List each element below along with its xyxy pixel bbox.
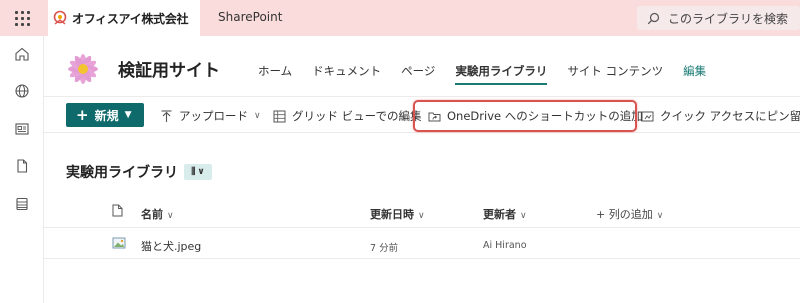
column-modified-by-label: 更新者 [483,208,516,221]
pin-quick-access-label: クイック アクセスにピン留め [660,109,800,123]
plus-icon: + [596,208,609,221]
site-navigation: ホーム ドキュメント ページ 実験用ライブラリ サイト コンテンツ 編集 [258,63,726,85]
view-switcher[interactable]: ⫼ ∨ [184,164,212,180]
upload-label: アップロード [179,109,248,123]
upload-icon [161,109,172,122]
file-modified: 7 分前 [370,243,399,254]
column-modified[interactable]: 更新日時 ∨ [370,206,425,222]
chevron-down-icon: ∨ [197,167,205,177]
globe-icon[interactable] [14,83,30,99]
library-title: 実験用ライブラリ ⫼ ∨ [66,162,212,182]
search-icon [647,12,660,24]
grid-edit-label: グリッド ビューでの編集 [292,109,422,123]
nav-edit[interactable]: 編集 [683,63,706,85]
command-bar: + 新規 ▼ アップロード ∨ グリッド ビューでの編集 OneDrive への… [44,96,800,133]
list-item[interactable]: 猫と犬.jpeg 7 分前 Ai Hirano [44,229,800,259]
search-placeholder: このライブラリを検索 [668,11,789,26]
lists-icon[interactable] [14,196,30,212]
brand-name: オフィスアイ株式会社 [72,11,189,26]
grid-edit-button[interactable]: グリッド ビューでの編集 [273,108,421,124]
home-icon[interactable] [14,46,30,62]
chevron-down-icon: ∨ [254,111,261,121]
new-button-label: 新規 [94,108,119,123]
brand[interactable]: オフィスアイ株式会社 [48,0,200,36]
file-modified-by[interactable]: Ai Hirano [483,240,527,251]
nav-test-library[interactable]: 実験用ライブラリ [455,63,548,85]
nav-pages[interactable]: ページ [401,63,435,85]
nav-site-contents[interactable]: サイト コンテンツ [567,63,663,85]
library-view-icon: ⫼ [191,167,196,177]
add-column-button[interactable]: + 列の追加 ∨ [596,206,663,222]
grid-icon [273,110,286,122]
image-file-icon [112,237,126,249]
app-launcher-icon[interactable] [0,0,44,36]
chevron-down-icon: ∨ [520,211,527,221]
chevron-down-icon: ∨ [418,211,425,221]
highlight-annotation [413,100,637,132]
upload-button[interactable]: アップロード ∨ [160,108,261,124]
library-title-text: 実験用ライブラリ [66,165,178,181]
suite-bar: オフィスアイ株式会社 SharePoint このライブラリを検索 [0,0,800,36]
new-button[interactable]: + 新規 ▼ [66,103,144,127]
news-icon[interactable] [14,121,30,137]
column-modified-label: 更新日時 [370,208,414,221]
brand-logo-icon [53,10,67,25]
file-name-link[interactable]: 猫と犬.jpeg [141,238,201,254]
search-box[interactable]: このライブラリを検索 [637,6,800,30]
site-title[interactable]: 検証用サイト [118,56,220,81]
chevron-down-icon: ∨ [167,211,174,221]
list-header: 名前 ∨ 更新日時 ∨ 更新者 ∨ + 列の追加 ∨ [44,196,800,228]
left-rail [0,36,44,303]
site-logo-icon[interactable] [64,50,102,88]
pin-quick-access-button[interactable]: クイック アクセスにピン留め [641,108,800,124]
pin-icon [641,111,654,121]
chevron-down-icon: ∨ [656,211,664,221]
plus-icon: + [76,105,89,124]
nav-home[interactable]: ホーム [258,63,292,85]
column-name[interactable]: 名前 ∨ [141,206,174,222]
add-column-label: 列の追加 [608,208,653,221]
nav-documents[interactable]: ドキュメント [312,63,381,85]
column-name-label: 名前 [141,208,163,221]
app-name[interactable]: SharePoint [218,10,282,24]
chevron-down-icon: ▼ [124,110,132,120]
column-modified-by[interactable]: 更新者 ∨ [483,206,527,222]
file-type-icon[interactable] [112,204,123,217]
document-icon[interactable] [14,158,30,174]
